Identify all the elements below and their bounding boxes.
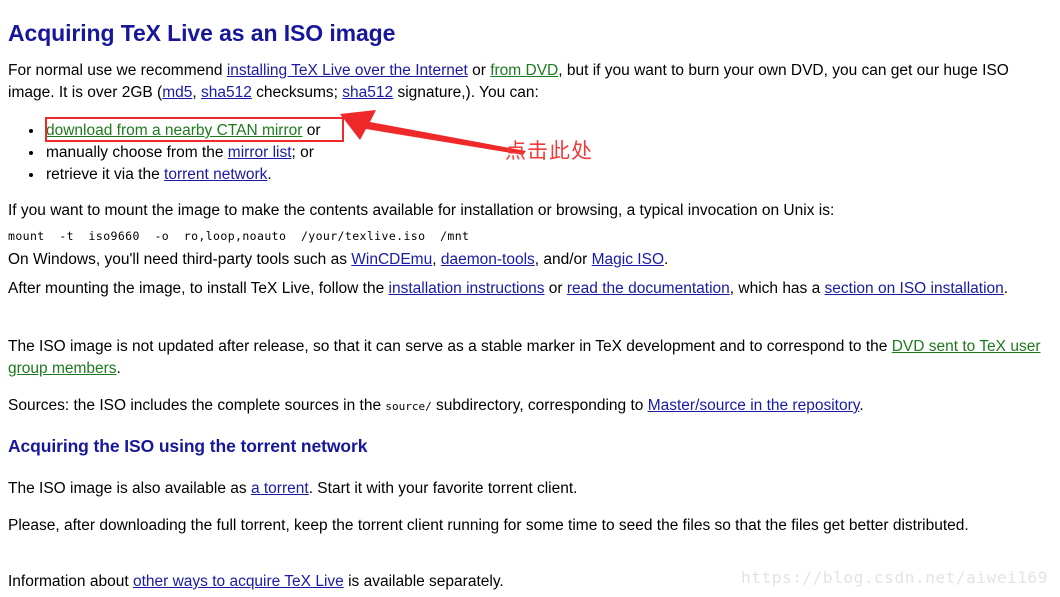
link-md5[interactable]: md5 — [162, 84, 192, 101]
link-sha512-signature[interactable]: sha512 — [342, 84, 393, 101]
windows-text-4: . — [664, 250, 669, 268]
after-mounting-paragraph: After mounting the image, to install TeX… — [8, 278, 1048, 300]
link-installing-tex-live-over-internet[interactable]: installing TeX Live over the Internet — [227, 62, 468, 79]
intro-paragraph: For normal use we recommend installing T… — [8, 60, 1048, 104]
section-heading-torrent: Acquiring the ISO using the torrent netw… — [8, 436, 368, 456]
iso-not-updated-block: The ISO image is not updated after relea… — [8, 336, 1048, 380]
link-section-on-iso-installation[interactable]: section on ISO installation — [825, 280, 1004, 297]
intro-text-6: signature,). You can: — [393, 84, 539, 102]
torrent-text-2: . Start it with your favorite torrent cl… — [308, 480, 578, 497]
sources-text-2: subdirectory, corresponding to — [431, 397, 648, 414]
mount-command: mount -t iso9660 -o ro,loop,noauto /your… — [8, 229, 470, 244]
intro-text-2: or — [467, 62, 491, 79]
link-a-torrent[interactable]: a torrent — [251, 480, 309, 497]
link-from-dvd[interactable]: from DVD — [490, 62, 558, 79]
windows-text-3: , and/or — [534, 250, 592, 268]
source-directory-code: source/ — [385, 400, 432, 413]
watermark-text: https://blog.csdn.net/aiwei169 — [741, 568, 1048, 587]
link-magic-iso[interactable]: Magic ISO — [592, 251, 664, 268]
intro-text-1: For normal use we recommend — [8, 62, 227, 79]
link-master-source-in-repository[interactable]: Master/source in the repository — [648, 397, 860, 414]
link-installation-instructions[interactable]: installation instructions — [389, 280, 545, 297]
after-text-3: , which has a — [729, 280, 825, 297]
link-mirror-list[interactable]: mirror list — [228, 144, 292, 161]
torrent-text-1: The ISO image is also available as — [8, 480, 251, 497]
sources-block: Sources: the ISO includes the complete s… — [8, 395, 1048, 417]
download-options-block: download from a nearby CTAN mirror or ma… — [8, 120, 528, 186]
link-download-from-nearby-ctan-mirror[interactable]: download from a nearby CTAN mirror — [46, 122, 302, 139]
seeding-block: Please, after downloading the full torre… — [8, 515, 1038, 537]
download-options-list: download from a nearby CTAN mirror or ma… — [8, 120, 528, 186]
link-sha512-checksum[interactable]: sha512 — [201, 84, 252, 101]
other-ways-block: Information about other ways to acquire … — [8, 571, 708, 593]
windows-tools-paragraph: On Windows, you'll need third-party tool… — [8, 249, 1048, 271]
after-text-1: After mounting the image, to install TeX… — [8, 280, 389, 297]
page-title: Acquiring TeX Live as an ISO image — [8, 20, 396, 46]
intro-text-4: , — [192, 84, 201, 102]
bullet-2-tail: ; or — [291, 144, 314, 161]
link-other-ways-to-acquire-tex-live[interactable]: other ways to acquire TeX Live — [133, 573, 344, 590]
after-mounting-block: After mounting the image, to install TeX… — [8, 278, 1048, 300]
other-ways-paragraph: Information about other ways to acquire … — [8, 571, 708, 593]
notupdated-text-2: . — [116, 360, 121, 378]
footer-text-1: Information about — [8, 573, 133, 590]
seeding-paragraph: Please, after downloading the full torre… — [8, 517, 969, 534]
after-text-4: . — [1003, 280, 1009, 297]
sources-text-1: Sources: the ISO includes the complete s… — [8, 397, 386, 414]
mount-command-line: mount -t iso9660 -o ro,loop,noauto /your… — [8, 225, 1048, 247]
link-torrent-network[interactable]: torrent network — [164, 166, 267, 183]
footer-text-2: is available separately. — [343, 573, 504, 590]
intro-text-5: checksums; — [251, 84, 343, 102]
bullet-3-lead: retrieve it via the — [46, 166, 165, 183]
notupdated-text-1: The ISO image is not updated after relea… — [8, 338, 892, 355]
windows-text-2: , — [432, 250, 441, 268]
annotation-label: 点击此处 — [505, 139, 593, 163]
windows-text-1: On Windows, you'll need third-party tool… — [8, 250, 352, 268]
link-daemon-tools[interactable]: daemon-tools — [441, 251, 535, 268]
sources-text-3: . — [859, 397, 864, 414]
torrent-availability-block: The ISO image is also available as a tor… — [8, 478, 1048, 500]
mount-lead-text: If you want to mount the image to make t… — [8, 202, 835, 219]
subheading-block: Acquiring the ISO using the torrent netw… — [8, 436, 367, 457]
sources-paragraph: Sources: the ISO includes the complete s… — [8, 395, 1048, 417]
after-text-2: or — [544, 280, 567, 297]
list-item: retrieve it via the torrent network. — [44, 164, 528, 186]
intro-paragraph-block: For normal use we recommend installing T… — [8, 60, 1048, 104]
page-title-block: Acquiring TeX Live as an ISO image — [8, 8, 395, 48]
page-root: Acquiring TeX Live as an ISO image For n… — [0, 0, 1060, 597]
bullet-2-lead: manually choose from the — [46, 144, 228, 161]
iso-not-updated-paragraph: The ISO image is not updated after relea… — [8, 336, 1048, 380]
list-item: manually choose from the mirror list; or — [44, 142, 528, 164]
bullet-3-tail: . — [267, 166, 272, 183]
list-item: download from a nearby CTAN mirror or — [44, 120, 528, 142]
link-wincdemu[interactable]: WinCDEmu — [351, 251, 432, 268]
bullet-1-tail: or — [302, 122, 321, 139]
link-read-the-documentation[interactable]: read the documentation — [567, 280, 730, 297]
torrent-availability-paragraph: The ISO image is also available as a tor… — [8, 478, 1048, 500]
mount-instructions-block: If you want to mount the image to make t… — [8, 200, 1048, 271]
